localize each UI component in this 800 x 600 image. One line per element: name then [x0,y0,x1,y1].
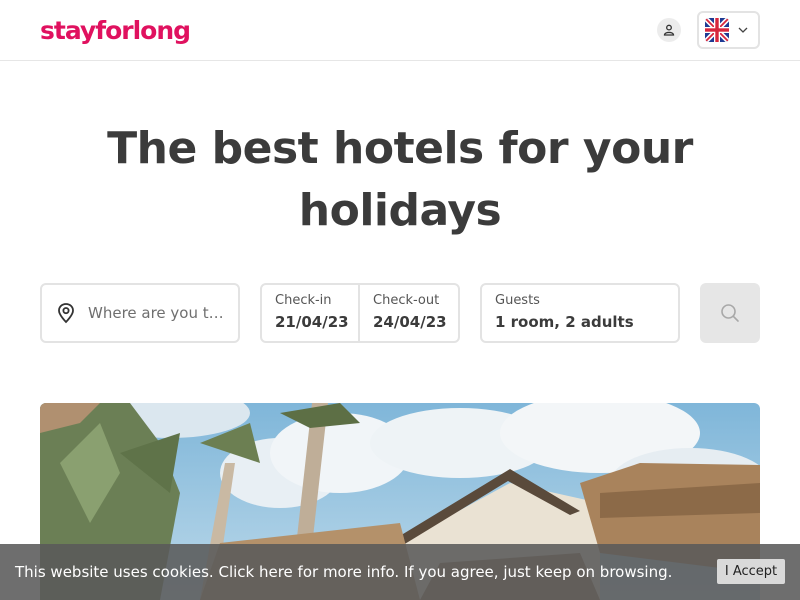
cookie-banner: This website uses cookies. Click here fo… [0,544,800,600]
checkout-value: 24/04/23 [373,313,447,331]
hero-title: The best hotels for your holidays [107,123,693,236]
checkin-value: 21/04/23 [275,313,349,331]
user-account-button[interactable] [657,18,681,42]
location-pin-icon [58,303,74,324]
chevron-down-icon [738,27,748,33]
uk-flag-icon [705,18,729,42]
cookie-message[interactable]: This website uses cookies. Click here fo… [15,561,672,583]
accept-cookies-button[interactable]: I Accept [717,559,785,584]
user-icon [663,24,675,36]
guests-label: Guests [495,293,540,308]
checkin-field[interactable]: Check-in 21/04/23 [262,285,360,341]
destination-input[interactable]: Where are you tra… [88,304,228,322]
dates-field[interactable]: Check-in 21/04/23 Check-out 24/04/23 [260,283,460,343]
destination-field[interactable]: Where are you tra… [40,283,240,343]
site-header: stayforlong [0,0,800,61]
guests-value: 1 room, 2 adults [495,313,634,331]
search-button[interactable] [700,283,760,343]
checkout-label: Check-out [373,293,440,308]
stayforlong-logo[interactable]: stayforlong [40,14,191,48]
search-icon [721,304,739,322]
checkin-label: Check-in [275,293,332,308]
language-selector[interactable] [697,11,760,49]
guests-field[interactable]: Guests 1 room, 2 adults [480,283,680,343]
checkout-field[interactable]: Check-out 24/04/23 [360,285,458,341]
